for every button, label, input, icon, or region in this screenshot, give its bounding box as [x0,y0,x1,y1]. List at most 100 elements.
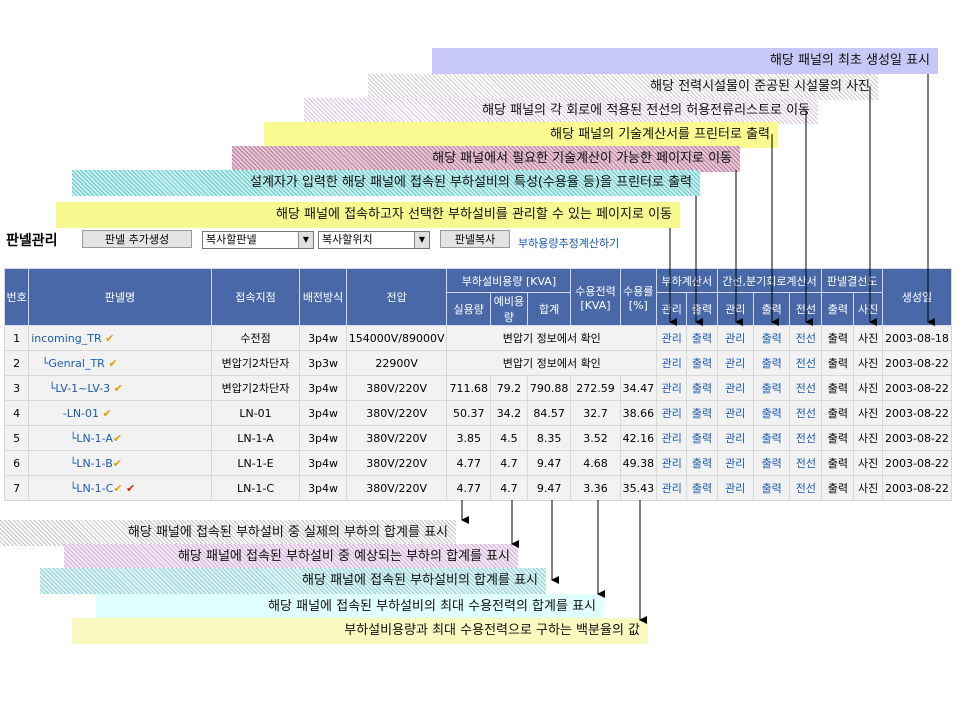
panel-name[interactable]: └LV-1~LV-3 [49,382,110,395]
header-no: 번호 [3,268,30,326]
panel-name[interactable]: └LN-1-C [70,482,114,495]
trunk-manage-link[interactable]: 관리 [716,325,755,351]
load-manage-link[interactable]: 관리 [656,450,688,476]
wire-link[interactable]: 전선 [789,350,823,376]
load-manage-link[interactable]: 관리 [656,375,688,401]
panel-name[interactable]: └Genral_TR [42,357,105,370]
load-print-link[interactable]: 출력 [686,375,718,401]
diagram-print[interactable]: 출력 [821,475,855,501]
trunk-print-link[interactable]: 출력 [752,450,791,476]
load-manage-link[interactable]: 관리 [656,425,688,451]
diagram-print[interactable]: 출력 [821,400,855,426]
trunk-manage-link[interactable]: 관리 [716,475,755,501]
photo-link[interactable]: 사진 [853,325,883,351]
check-icon: ✔ [112,431,123,445]
trunk-print-link[interactable]: 출력 [752,425,791,451]
load-manage-link[interactable]: 관리 [656,475,688,501]
table-row: 5 └LN-1-A✔ LN-1-A 3p4w 380V/220V 3.85 4.… [3,425,953,451]
table-row: 6 └LN-1-B✔ LN-1-E 3p4w 380V/220V 4.77 4.… [3,450,953,476]
trunk-manage-link[interactable]: 관리 [716,375,755,401]
created-date: 2003-08-22 [881,400,953,426]
check-icon: ✔ [113,381,123,395]
photo-link[interactable]: 사진 [853,400,883,426]
callout-created-date: 해당 패널의 최초 생성일 표시 [432,48,938,74]
connection-cell: LN-01 [210,400,301,426]
load-print-link[interactable]: 출력 [686,475,718,501]
demand-cell: 4.68 [570,450,621,476]
panel-name[interactable]: └LN-1-A [70,432,113,445]
panel-name-cell[interactable]: └LN-1-B✔ [28,450,212,476]
diagram-print[interactable]: 출력 [821,350,855,376]
trunk-manage-link[interactable]: 관리 [716,350,755,376]
trunk-print-link[interactable]: 출력 [752,375,791,401]
copy-panel-select[interactable]: 복사할판넬 ▼ [202,231,314,249]
table-row: 4 -LN-01 ✔ LN-01 3p4w 380V/220V 50.37 34… [3,400,953,426]
panel-name-cell[interactable]: └Genral_TR ✔ [28,350,212,376]
header-method: 배전방식 [299,268,347,326]
wire-link[interactable]: 전선 [789,425,823,451]
panel-name-cell[interactable]: └LN-1-C✔ ✔ [28,475,212,501]
diagram-print[interactable]: 출력 [821,425,855,451]
row-no: 3 [3,375,30,401]
photo-link[interactable]: 사진 [853,425,883,451]
photo-link[interactable]: 사진 [853,475,883,501]
diagram-print[interactable]: 출력 [821,325,855,351]
table-row: 1 incoming_TR ✔ 수전점 3p4w 154000V/89000V … [3,325,953,351]
wire-link[interactable]: 전선 [789,375,823,401]
check-icon: ✔ [108,356,118,370]
panel-table: 번호 판넬명 접속지점 배전방식 전압 부하설비용량 [KVA] 수용전력 [K… [3,268,953,501]
header-photo: 사진 [853,292,883,326]
sum-cell: 8.35 [526,425,572,451]
copy-panel-button[interactable]: 판넬복사 [440,230,510,248]
load-print-link[interactable]: 출력 [686,425,718,451]
panel-name-cell[interactable]: └LN-1-A✔ [28,425,212,451]
add-panel-button[interactable]: 판넬 추가생성 [82,230,192,248]
load-manage-link[interactable]: 관리 [656,325,688,351]
wire-link[interactable]: 전선 [789,450,823,476]
voltage-cell: 380V/220V [345,400,448,426]
photo-link[interactable]: 사진 [853,450,883,476]
trunk-manage-link[interactable]: 관리 [716,450,755,476]
wire-link[interactable]: 전선 [789,325,823,351]
panel-name-cell[interactable]: └LV-1~LV-3 ✔ [28,375,212,401]
panel-name-cell[interactable]: incoming_TR ✔ [28,325,212,351]
header-demand-rate: 수용률 [%] [619,268,658,326]
voltage-cell: 380V/220V [345,375,448,401]
chevron-down-icon: ▼ [298,232,313,248]
trunk-print-link[interactable]: 출력 [752,350,791,376]
table-row: 2 └Genral_TR ✔ 변압기2차단자 3p3w 22900V 변압기 정… [3,350,953,376]
rate-cell: 49.38 [619,450,658,476]
load-manage-link[interactable]: 관리 [656,350,688,376]
load-manage-link[interactable]: 관리 [656,400,688,426]
panel-name-cell[interactable]: -LN-01 ✔ [28,400,212,426]
diagram-print[interactable]: 출력 [821,450,855,476]
trunk-print-link[interactable]: 출력 [752,475,791,501]
panel-name[interactable]: └LN-1-B [70,457,113,470]
trunk-manage-link[interactable]: 관리 [716,425,755,451]
trunk-print-link[interactable]: 출력 [752,400,791,426]
wire-link[interactable]: 전선 [789,475,823,501]
spare-cell: 4.5 [489,425,528,451]
header-spare: 예비용량 [489,292,528,326]
trunk-manage-link[interactable]: 관리 [716,400,755,426]
created-date: 2003-08-22 [881,425,953,451]
panel-name[interactable]: -LN-01 [63,407,99,420]
method-cell: 3p4w [299,425,347,451]
load-calc-link[interactable]: 부하용량추정계산하기 [518,235,619,251]
check-icon: ✔ [126,481,136,495]
trunk-print-link[interactable]: 출력 [752,325,791,351]
load-print-link[interactable]: 출력 [686,400,718,426]
load-print-link[interactable]: 출력 [686,350,718,376]
load-print-link[interactable]: 출력 [686,325,718,351]
photo-link[interactable]: 사진 [853,375,883,401]
demand-cell: 32.7 [570,400,621,426]
load-print-link[interactable]: 출력 [686,450,718,476]
panel-name[interactable]: incoming_TR [31,332,101,345]
copy-position-select[interactable]: 복사할위치 ▼ [318,231,430,249]
photo-link[interactable]: 사진 [853,350,883,376]
diagram-print[interactable]: 출력 [821,375,855,401]
method-cell: 3p4w [299,375,347,401]
demand-cell: 3.52 [570,425,621,451]
wire-link[interactable]: 전선 [789,400,823,426]
actual-cell: 3.85 [446,425,491,451]
